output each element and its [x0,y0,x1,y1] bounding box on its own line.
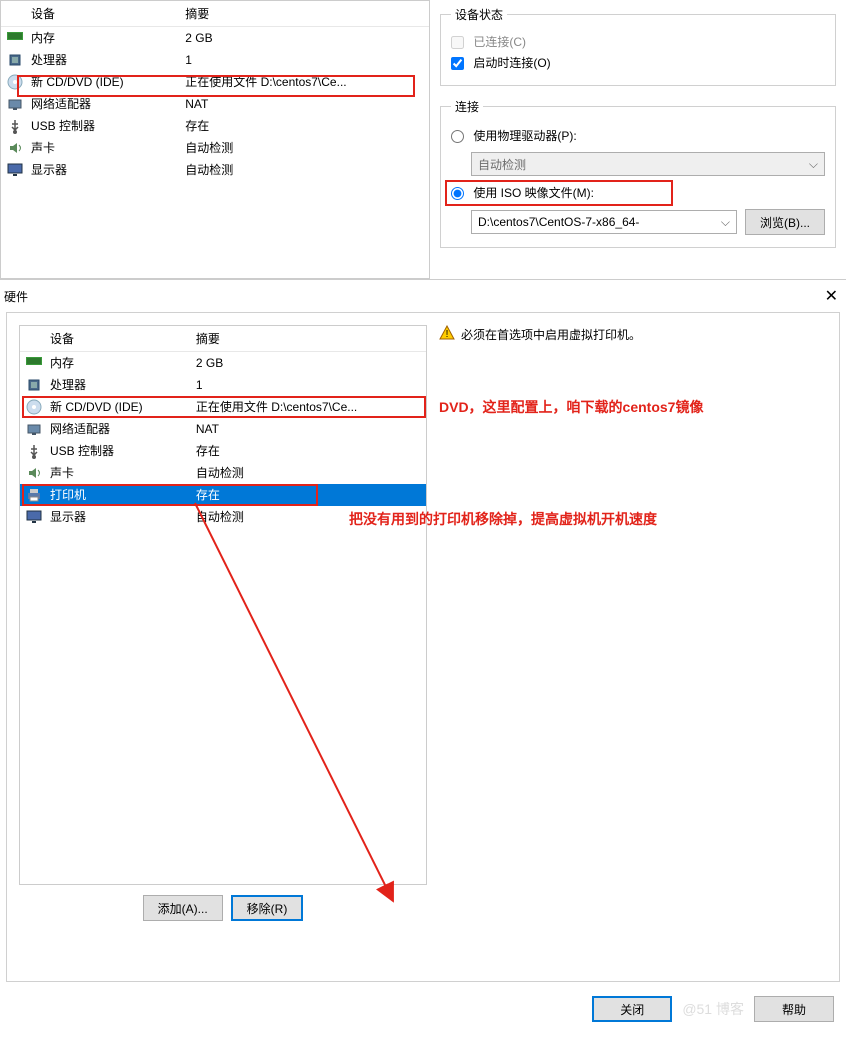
device-name: 新 CD/DVD (IDE) [42,396,188,418]
disc-icon [1,71,23,93]
annotation-dvd: DVD，这里配置上，咱下载的centos7镜像 [439,397,703,417]
device-summary: 2 GB [188,352,426,374]
cpu-icon [20,374,42,396]
device-summary: 存在 [177,115,429,137]
device-name: 声卡 [42,462,188,484]
device-name: USB 控制器 [23,115,177,137]
printer-icon [20,484,42,506]
connection-group: 连接 使用物理驱动器(P): 自动检测 ⌵ 使用 ISO 映像文件(M): [440,98,836,248]
device-name: 打印机 [42,484,188,506]
col-summary: 摘要 [177,1,429,27]
sound-icon [1,137,23,159]
connected-checkbox[interactable]: 已连接(C) [451,35,526,49]
device-name: 声卡 [23,137,177,159]
sound-icon [20,462,42,484]
table-row[interactable]: 处理器1 [20,374,426,396]
table-row[interactable]: 网络适配器NAT [20,418,426,440]
table-row[interactable]: 打印机存在 [20,484,426,506]
remove-button[interactable]: 移除(R) [231,895,304,921]
device-summary: 1 [177,49,429,71]
chevron-down-icon: ⌵ [809,157,818,172]
device-summary: NAT [177,93,429,115]
physical-drive-combo: 自动检测 ⌵ [471,152,825,176]
net-icon [1,93,23,115]
net-icon [20,418,42,440]
table-row[interactable]: USB 控制器存在 [1,115,429,137]
device-summary: NAT [188,418,426,440]
device-summary: 自动检测 [177,137,429,159]
close-icon[interactable]: ✕ [821,286,842,306]
device-summary: 正在使用文件 D:\centos7\Ce... [188,396,426,418]
col-device: 设备 [42,326,188,352]
device-summary: 存在 [188,440,426,462]
svg-text:!: ! [446,329,449,340]
col-device: 设备 [23,1,177,27]
use-iso-radio[interactable]: 使用 ISO 映像文件(M): [451,186,594,200]
device-name: 处理器 [42,374,188,396]
device-name: 内存 [42,352,188,374]
display-icon [20,506,42,528]
warning-icon: ! [439,325,455,344]
watermark: @51 博客 [682,999,744,1019]
device-list-top: 设备 摘要 内存2 GB处理器1新 CD/DVD (IDE)正在使用文件 D:\… [0,0,430,279]
chevron-down-icon[interactable]: ⌵ [721,215,730,230]
device-name: 处理器 [23,49,177,71]
warning-message: ! 必须在首选项中启用虚拟打印机。 [439,325,827,344]
help-button[interactable]: 帮助 [754,996,834,1022]
device-name: 内存 [23,27,177,49]
device-summary: 2 GB [177,27,429,49]
device-summary: 1 [188,374,426,396]
disc-icon [20,396,42,418]
memory-icon [1,27,23,49]
device-summary: 自动检测 [188,462,426,484]
add-button[interactable]: 添加(A)... [143,895,223,921]
table-row[interactable]: 声卡自动检测 [20,462,426,484]
table-row[interactable]: 网络适配器NAT [1,93,429,115]
iso-path-combo[interactable]: D:\centos7\CentOS-7-x86_64- ⌵ [471,210,737,234]
table-row[interactable]: 新 CD/DVD (IDE)正在使用文件 D:\centos7\Ce... [1,71,429,93]
device-name: 显示器 [23,159,177,181]
table-row[interactable]: 内存2 GB [20,352,426,374]
device-summary: 自动检测 [177,159,429,181]
col-summary: 摘要 [188,326,426,352]
display-icon [1,159,23,181]
cpu-icon [1,49,23,71]
hardware-title: 硬件 [4,288,28,305]
device-status-group: 设备状态 已连接(C) 启动时连接(O) [440,6,836,86]
browse-button[interactable]: 浏览(B)... [745,209,825,235]
table-row[interactable]: 显示器自动检测 [1,159,429,181]
table-row[interactable]: USB 控制器存在 [20,440,426,462]
device-list-bottom: 设备 摘要 内存2 GB处理器1新 CD/DVD (IDE)正在使用文件 D:\… [19,325,427,885]
device-summary: 存在 [188,484,426,506]
connect-on-start-checkbox[interactable]: 启动时连接(O) [451,56,551,70]
device-name: USB 控制器 [42,440,188,462]
device-name: 新 CD/DVD (IDE) [23,71,177,93]
device-name: 显示器 [42,506,188,528]
table-row[interactable]: 声卡自动检测 [1,137,429,159]
table-row[interactable]: 内存2 GB [1,27,429,49]
usb-icon [20,440,42,462]
device-name: 网络适配器 [23,93,177,115]
close-button[interactable]: 关闭 [592,996,672,1022]
device-name: 网络适配器 [42,418,188,440]
table-row[interactable]: 新 CD/DVD (IDE)正在使用文件 D:\centos7\Ce... [20,396,426,418]
use-physical-radio[interactable]: 使用物理驱动器(P): [451,129,577,143]
usb-icon [1,115,23,137]
annotation-printer: 把没有用到的打印机移除掉，提高虚拟机开机速度 [349,509,657,529]
memory-icon [20,352,42,374]
table-row[interactable]: 处理器1 [1,49,429,71]
device-summary: 正在使用文件 D:\centos7\Ce... [177,71,429,93]
